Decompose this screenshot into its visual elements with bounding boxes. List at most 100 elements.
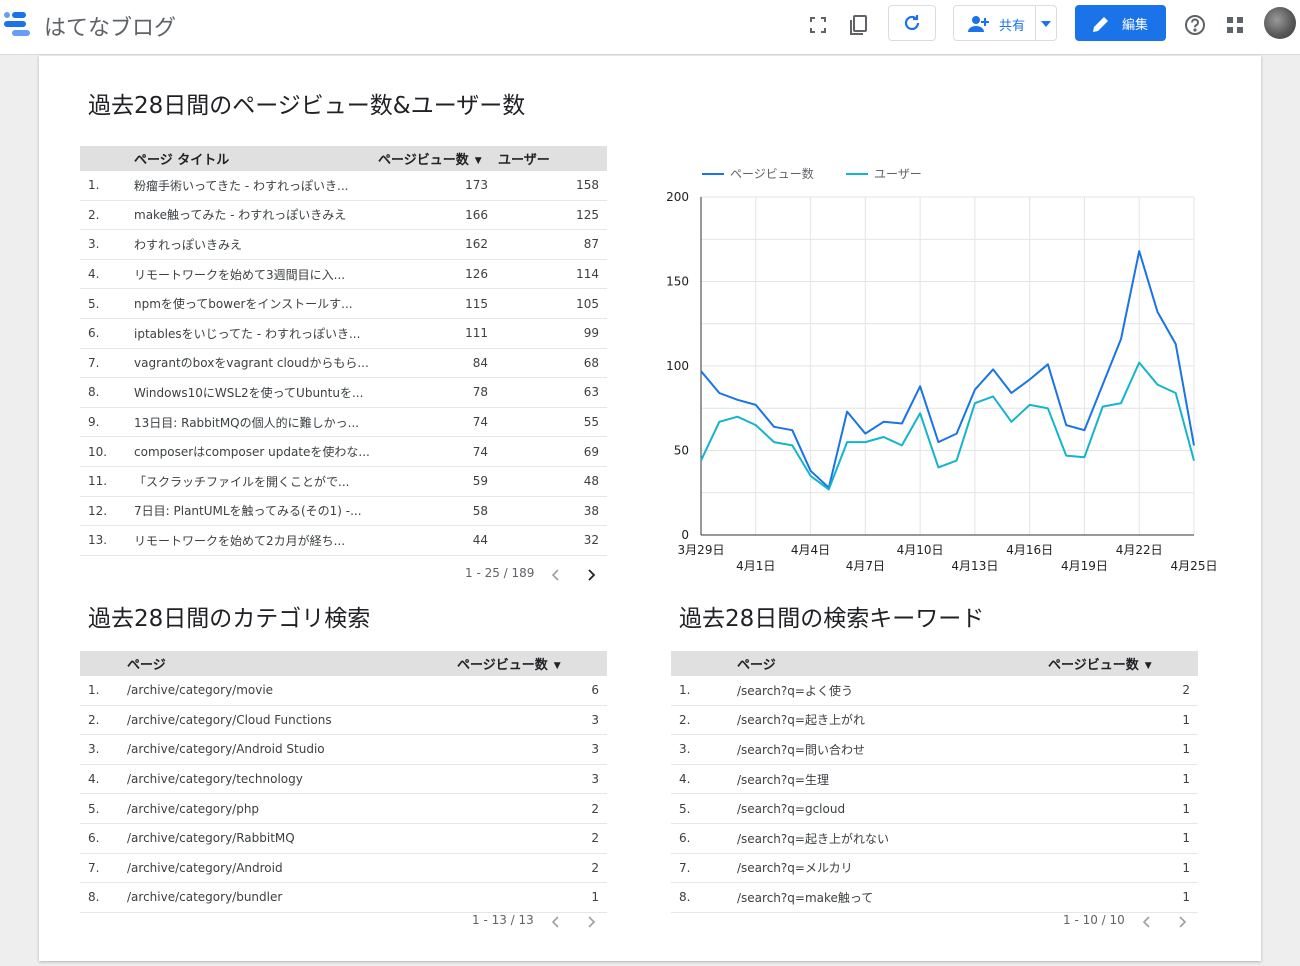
- next-page-icon[interactable]: [1175, 915, 1189, 929]
- row-pageviews: 1: [1048, 764, 1198, 795]
- table-row[interactable]: 5./search?q=gcloud 1: [671, 793, 1198, 824]
- row-users: 38: [498, 496, 607, 527]
- next-page-icon[interactable]: [584, 915, 598, 929]
- row-pageviews: 74: [378, 407, 498, 438]
- prev-page-icon[interactable]: [549, 915, 563, 929]
- row-label: /archive/category/movie: [127, 676, 457, 706]
- row-label: /archive/category/bundler: [127, 882, 457, 913]
- prev-page-icon[interactable]: [549, 568, 563, 582]
- sort-desc-icon: ▼: [553, 660, 561, 671]
- pages-table: ページ タイトル ページビュー数 ▼ ユーザー 1. 粉瘤手術いってきた - わすれ…: [80, 146, 607, 556]
- row-label: composerはcomposer updateを使わな...: [134, 436, 378, 467]
- table-row[interactable]: 4./search?q=生理 1: [671, 764, 1198, 795]
- table-row[interactable]: 10. composerはcomposer updateを使わな... 74 69: [80, 436, 607, 467]
- row-index: 1.: [80, 676, 127, 706]
- avatar[interactable]: [1264, 7, 1296, 39]
- fullscreen-icon[interactable]: [803, 10, 833, 40]
- table-row[interactable]: 5./archive/category/php 2: [80, 793, 607, 824]
- row-users: 105: [498, 288, 607, 319]
- header-page-title[interactable]: ページ タイトル: [134, 146, 378, 171]
- row-index: 13.: [80, 525, 134, 556]
- table-row[interactable]: 5. npmを使ってbowerをインストールす... 115 105: [80, 288, 607, 319]
- row-index: 7.: [671, 853, 737, 884]
- row-index: 6.: [80, 823, 127, 854]
- header-pageviews[interactable]: ページビュー数 ▼: [457, 651, 607, 676]
- header-page[interactable]: ページ: [127, 651, 457, 676]
- row-pageviews: 111: [378, 318, 498, 349]
- table-row[interactable]: 8./search?q=make触って 1: [671, 882, 1198, 913]
- table-row[interactable]: 6. iptablesをいじってた - わすれっぽいき... 111 99: [80, 318, 607, 349]
- x-tick-label: 4月4日: [791, 543, 830, 557]
- chevron-down-icon[interactable]: [1041, 20, 1051, 28]
- top-bar: はてなブログ 共有 編集: [0, 0, 1300, 55]
- row-pageviews: 58: [378, 496, 498, 527]
- row-index: 1.: [671, 676, 737, 706]
- table-row[interactable]: 7. vagrantのboxをvagrant cloudからもら... 84 68: [80, 348, 607, 379]
- report-title[interactable]: はてなブログ: [44, 10, 176, 42]
- data-studio-logo-icon[interactable]: [2, 10, 32, 38]
- table-row[interactable]: 12. 7日目: PlantUMLを触ってみる(その1) -... 58 38: [80, 496, 607, 527]
- table-row[interactable]: 1./search?q=よく使う 2: [671, 676, 1198, 706]
- row-pageviews: 1: [1048, 882, 1198, 913]
- x-tick-label: 4月22日: [1116, 543, 1163, 557]
- table-row[interactable]: 2. make触ってみた - わすれっぽいきみえ 166 125: [80, 200, 607, 231]
- table-row[interactable]: 9. 13日目: RabbitMQの個人的に難しかっ... 74 55: [80, 407, 607, 438]
- table-row[interactable]: 3. わすれっぽいきみえ 162 87: [80, 229, 607, 260]
- next-page-icon[interactable]: [584, 568, 598, 582]
- row-index: 12.: [80, 496, 134, 527]
- table-row[interactable]: 6./search?q=起き上がれない 1: [671, 823, 1198, 854]
- header-users[interactable]: ユーザー: [498, 146, 607, 171]
- table-row[interactable]: 2./archive/category/Cloud Functions 3: [80, 705, 607, 736]
- section-title-categories: 過去28日間のカテゴリ検索: [88, 606, 371, 632]
- row-label: 「スクラッチファイルを開くことがで...: [134, 466, 378, 497]
- table-row[interactable]: 8./archive/category/bundler 1: [80, 882, 607, 913]
- row-pageviews: 84: [378, 348, 498, 379]
- table-row[interactable]: 1./archive/category/movie 6: [80, 676, 607, 706]
- table-row[interactable]: 3./search?q=問い合わせ 1: [671, 734, 1198, 765]
- table-row[interactable]: 3./archive/category/Android Studio 3: [80, 734, 607, 765]
- row-users: 114: [498, 259, 607, 290]
- copy-icon[interactable]: [843, 10, 873, 40]
- row-label: リモートワークを始めて2カ月が経ち...: [134, 525, 378, 556]
- row-index: 4.: [80, 764, 127, 795]
- table-row[interactable]: 1. 粉瘤手術いってきた - わすれっぽいき... 173 158: [80, 171, 607, 201]
- row-users: 99: [498, 318, 607, 349]
- table-row[interactable]: 2./search?q=起き上がれ 1: [671, 705, 1198, 736]
- row-pageviews: 126: [378, 259, 498, 290]
- refresh-button[interactable]: [888, 5, 936, 41]
- header-pageviews[interactable]: ページビュー数 ▼: [378, 146, 498, 171]
- row-label: /search?q=make触って: [737, 882, 1048, 913]
- edit-button[interactable]: 編集: [1075, 5, 1166, 41]
- table-row[interactable]: 7./archive/category/Android 2: [80, 853, 607, 884]
- row-users: 158: [498, 171, 607, 201]
- row-pageviews: 2: [457, 853, 607, 884]
- row-pageviews: 3: [457, 734, 607, 765]
- header-pageviews[interactable]: ページビュー数 ▼: [1048, 651, 1198, 676]
- row-users: 69: [498, 436, 607, 467]
- table-row[interactable]: 13. リモートワークを始めて2カ月が経ち... 44 32: [80, 525, 607, 556]
- keyword-table: ページ ページビュー数 ▼ 1./search?q=よく使う 2 2./search?…: [671, 651, 1198, 913]
- table-row[interactable]: 6./archive/category/RabbitMQ 2: [80, 823, 607, 854]
- table-header-row: ページ ページビュー数 ▼: [80, 651, 607, 676]
- prev-page-icon[interactable]: [1140, 915, 1154, 929]
- apps-grid-icon[interactable]: [1220, 10, 1250, 40]
- row-pageviews: 3: [457, 764, 607, 795]
- table-row[interactable]: 4. リモートワークを始めて3週間目に入... 126 114: [80, 259, 607, 290]
- row-users: 32: [498, 525, 607, 556]
- table-row[interactable]: 11. 「スクラッチファイルを開くことがで... 59 48: [80, 466, 607, 497]
- table-row[interactable]: 4./archive/category/technology 3: [80, 764, 607, 795]
- category-table: ページ ページビュー数 ▼ 1./archive/category/movie 6 2…: [80, 651, 607, 913]
- help-icon[interactable]: [1180, 10, 1210, 40]
- row-label: /search?q=起き上がれ: [737, 705, 1048, 736]
- series-line-pageviews: [700, 250, 1195, 489]
- row-pageviews: 78: [378, 377, 498, 408]
- share-label: 共有: [999, 19, 1026, 34]
- row-label: /search?q=よく使う: [737, 676, 1048, 706]
- pageviews-users-line-chart: 0 50 100 150 200 3月29日 4月4日 4月10日 4月16日 4月22日 4月1日…: [666, 166, 1217, 573]
- share-button[interactable]: 共有: [953, 5, 1057, 41]
- table-row[interactable]: 8. Windows10にWSL2を使ってUbuntuを... 78 63: [80, 377, 607, 408]
- row-index: 5.: [80, 793, 127, 824]
- table-row[interactable]: 7./search?q=メルカリ 1: [671, 853, 1198, 884]
- row-pageviews: 3: [457, 705, 607, 736]
- header-page[interactable]: ページ: [737, 651, 1048, 676]
